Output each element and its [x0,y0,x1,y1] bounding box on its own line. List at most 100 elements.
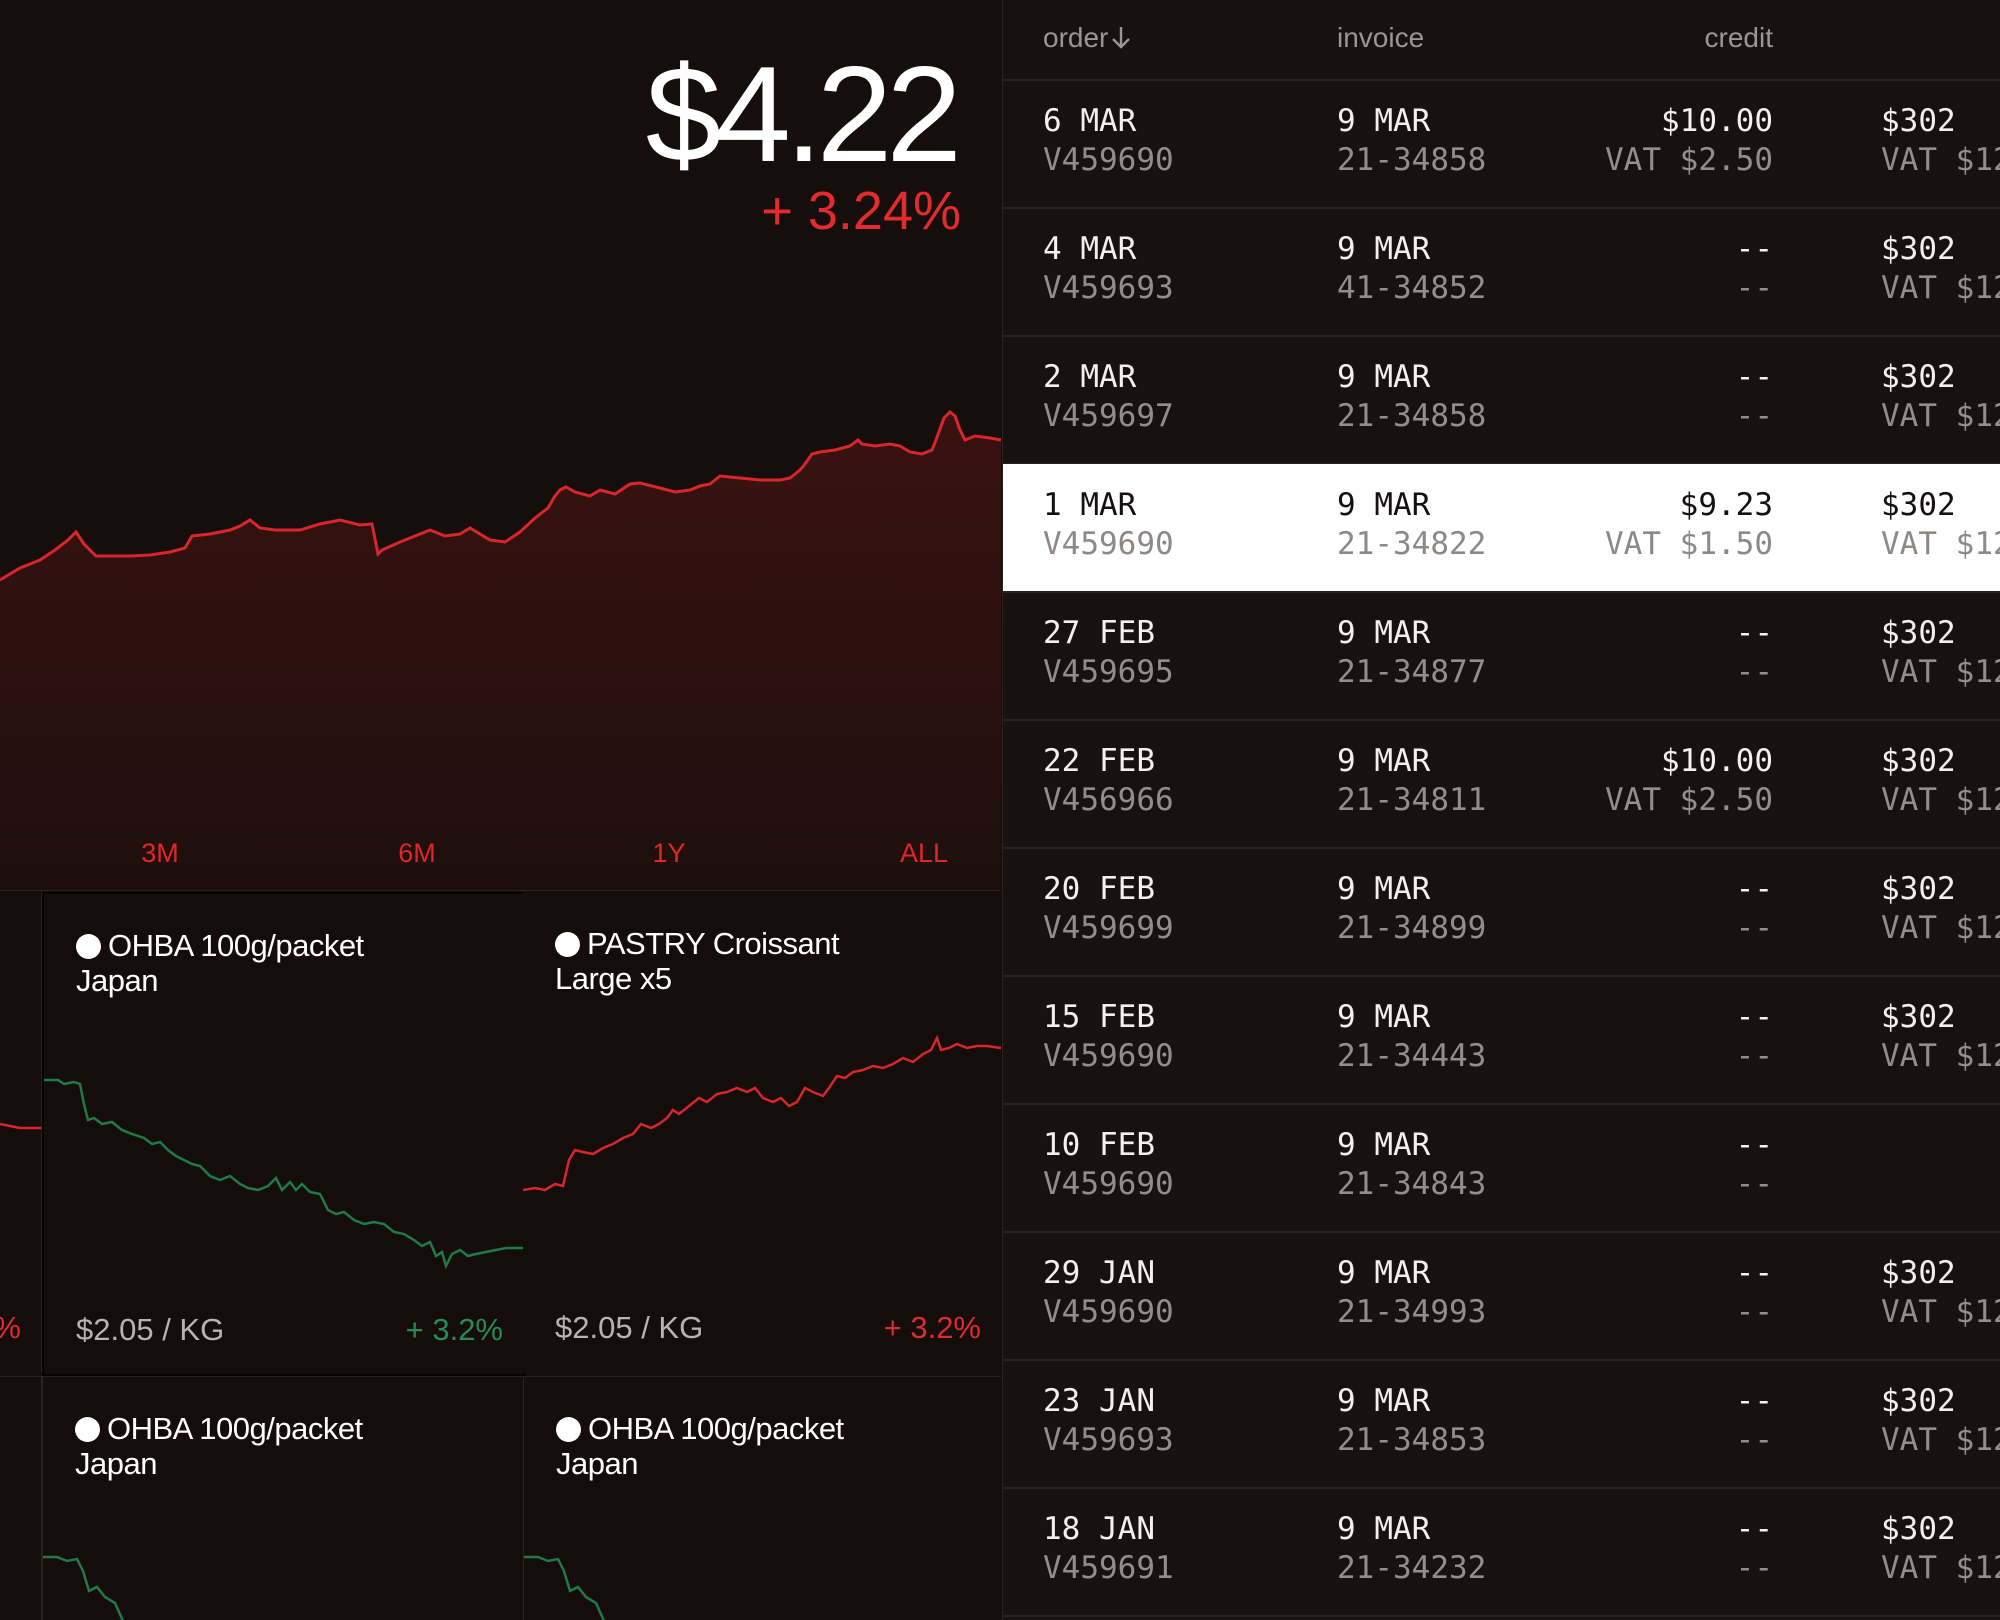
order-date: 6 MAR [1043,103,1137,139]
credit-amount: -- [1735,1255,1773,1291]
table-row[interactable]: 4 MAR V459693 9 MAR 41-34852 -- -- $302 VAT $12 [1003,208,2000,337]
invoice-id: 21-34853 [1337,1422,1487,1458]
total-vat: VAT $12 [1881,782,2000,818]
table-row[interactable]: 18 JAN V459691 9 MAR 21-34232 -- -- $302 VAT $1… [1003,1488,2000,1617]
total-amount: $302 [1881,1511,1956,1547]
card-title: OHBA 100g/packet Japan [76,928,364,998]
invoice-id: 21-34843 [1337,1166,1487,1202]
card-title-line1: OHBA 100g/packet [588,1411,844,1446]
order-id: V459697 [1043,398,1174,434]
bullet-dot-icon [75,1417,100,1442]
arrow-down-icon [1112,27,1131,49]
card-title-line1: OHBA 100g/packet [108,928,364,963]
order-date: 18 JAN [1043,1511,1155,1547]
table-header: order invoice credit [1003,0,2000,81]
product-card-ohba-2[interactable]: OHBA 100g/packet Japan [42,1376,522,1620]
table-row[interactable]: 15 FEB V459690 9 MAR 21-34443 -- -- $302 VAT $1… [1003,976,2000,1105]
column-header-invoice[interactable]: invoice [1337,22,1424,54]
invoice-id: 21-34877 [1337,654,1487,690]
total-amount: $302 [1881,487,1956,523]
credit-amount: -- [1735,231,1773,267]
sparkline-line [0,1122,41,1130]
invoice-date: 9 MAR [1337,487,1431,523]
column-header-credit[interactable]: credit [1705,22,1773,54]
total-amount: $302 [1881,1383,1956,1419]
total-vat: VAT $12 [1881,142,2000,178]
card-change: + 3.2% [405,1312,503,1347]
range-button-1y[interactable]: 1Y [652,838,685,869]
table-row[interactable]: 2 MAR V459697 9 MAR 21-34858 -- -- $302 VAT $12 [1003,336,2000,465]
column-header-order[interactable]: order [1043,22,1132,54]
card-title: OHBA 100g/packet Japan [556,1411,844,1481]
bullet-dot-icon [555,932,580,957]
table-row[interactable]: 27 FEB V459695 9 MAR 21-34877 -- -- $302 VAT $1… [1003,592,2000,721]
order-id: V459691 [1043,1550,1174,1586]
invoice-id: 21-34232 [1337,1550,1487,1586]
order-id: V459693 [1043,270,1174,306]
range-button-3m[interactable]: 3M [141,838,179,869]
card-title-line2: Large x5 [555,961,672,996]
credit-vat: -- [1735,398,1773,434]
card-title-line2: Japan [556,1446,638,1481]
order-date: 15 FEB [1043,999,1155,1035]
total-vat: VAT $12 [1881,654,2000,690]
card-title-line1: OHBA 100g/packet [107,1411,363,1446]
order-id: V459693 [1043,1422,1174,1458]
invoice-id: 21-34858 [1337,398,1487,434]
table-row[interactable]: 10 FEB V459690 9 MAR 21-34843 -- -- [1003,1104,2000,1233]
order-date: 1 MAR [1043,487,1137,523]
range-button-6m[interactable]: 6M [398,838,436,869]
credit-amount: -- [1735,1127,1773,1163]
invoice-date: 9 MAR [1337,871,1431,907]
orders-table: order invoice credit 6 MAR V459690 9 MAR 21… [1002,0,2000,1620]
table-row[interactable]: 6 MAR V459690 9 MAR 21-34858 $10.00 VAT $2.50… [1003,80,2000,209]
product-card-partial[interactable]: % [0,892,42,1372]
product-card-ohba-3[interactable]: OHBA 100g/packet Japan [523,1376,1001,1620]
divider [0,890,1000,891]
card-change: + 3.2% [883,1310,981,1345]
table-row[interactable]: 1 MAR V459690 9 MAR 21-34822 $9.23 VAT $1.50 $… [1003,464,2000,593]
product-card-ohba[interactable]: OHBA 100g/packet Japan $2.05 / KG + 3.2% [42,892,525,1376]
order-id: V459690 [1043,526,1174,562]
credit-vat: -- [1735,1422,1773,1458]
invoice-date: 9 MAR [1337,231,1431,267]
product-card-pastry[interactable]: PASTRY Croissant Large x5 $2.05 / KG + 3… [523,892,1001,1372]
credit-amount: $9.23 [1679,487,1773,523]
card-price: $2.05 / KG [555,1310,704,1345]
order-date: 4 MAR [1043,231,1137,267]
sparkline-line [44,1078,523,1270]
invoice-date: 9 MAR [1337,359,1431,395]
bullet-dot-icon [76,934,101,959]
total-vat: VAT $12 [1881,1550,2000,1586]
range-button-all[interactable]: ALL [900,838,948,869]
credit-vat: VAT $2.50 [1605,142,1773,178]
product-card-partial-2[interactable] [0,1376,42,1620]
total-amount: $302 [1881,743,1956,779]
order-date: 10 FEB [1043,1127,1155,1163]
card-price: $2.05 / KG [76,1312,225,1347]
total-amount: $302 [1881,615,1956,651]
card-title-line2: Japan [75,1446,157,1481]
table-row[interactable]: 23 JAN V459693 9 MAR 21-34853 -- -- $302 VAT $1… [1003,1360,2000,1489]
total-vat: VAT $12 [1881,1038,2000,1074]
table-row[interactable]: 22 FEB V456966 9 MAR 21-34811 $10.00 VAT $2.5… [1003,720,2000,849]
invoice-id: 21-34822 [1337,526,1487,562]
order-date: 22 FEB [1043,743,1155,779]
card-title-line2: Japan [76,963,158,998]
order-date: 2 MAR [1043,359,1137,395]
credit-vat: -- [1735,910,1773,946]
left-panel: $4.22 + 3.24% 3M 6M 1Y ALL % OHBA 100g/p… [0,0,1001,1620]
order-id: V459690 [1043,142,1174,178]
credit-amount: -- [1735,999,1773,1035]
invoice-id: 41-34852 [1337,270,1487,306]
invoice-id: 21-34899 [1337,910,1487,946]
order-date: 23 JAN [1043,1383,1155,1419]
credit-vat: -- [1735,1038,1773,1074]
table-row[interactable]: 20 FEB V459699 9 MAR 21-34899 -- -- $302 VAT $1… [1003,848,2000,977]
invoice-id: 21-34443 [1337,1038,1487,1074]
table-row[interactable]: 29 JAN V459690 9 MAR 21-34993 -- -- $302 VAT $1… [1003,1232,2000,1361]
credit-amount: -- [1735,359,1773,395]
invoice-date: 9 MAR [1337,1255,1431,1291]
total-amount: $302 [1881,999,1956,1035]
sparkline-line [523,1034,1001,1192]
